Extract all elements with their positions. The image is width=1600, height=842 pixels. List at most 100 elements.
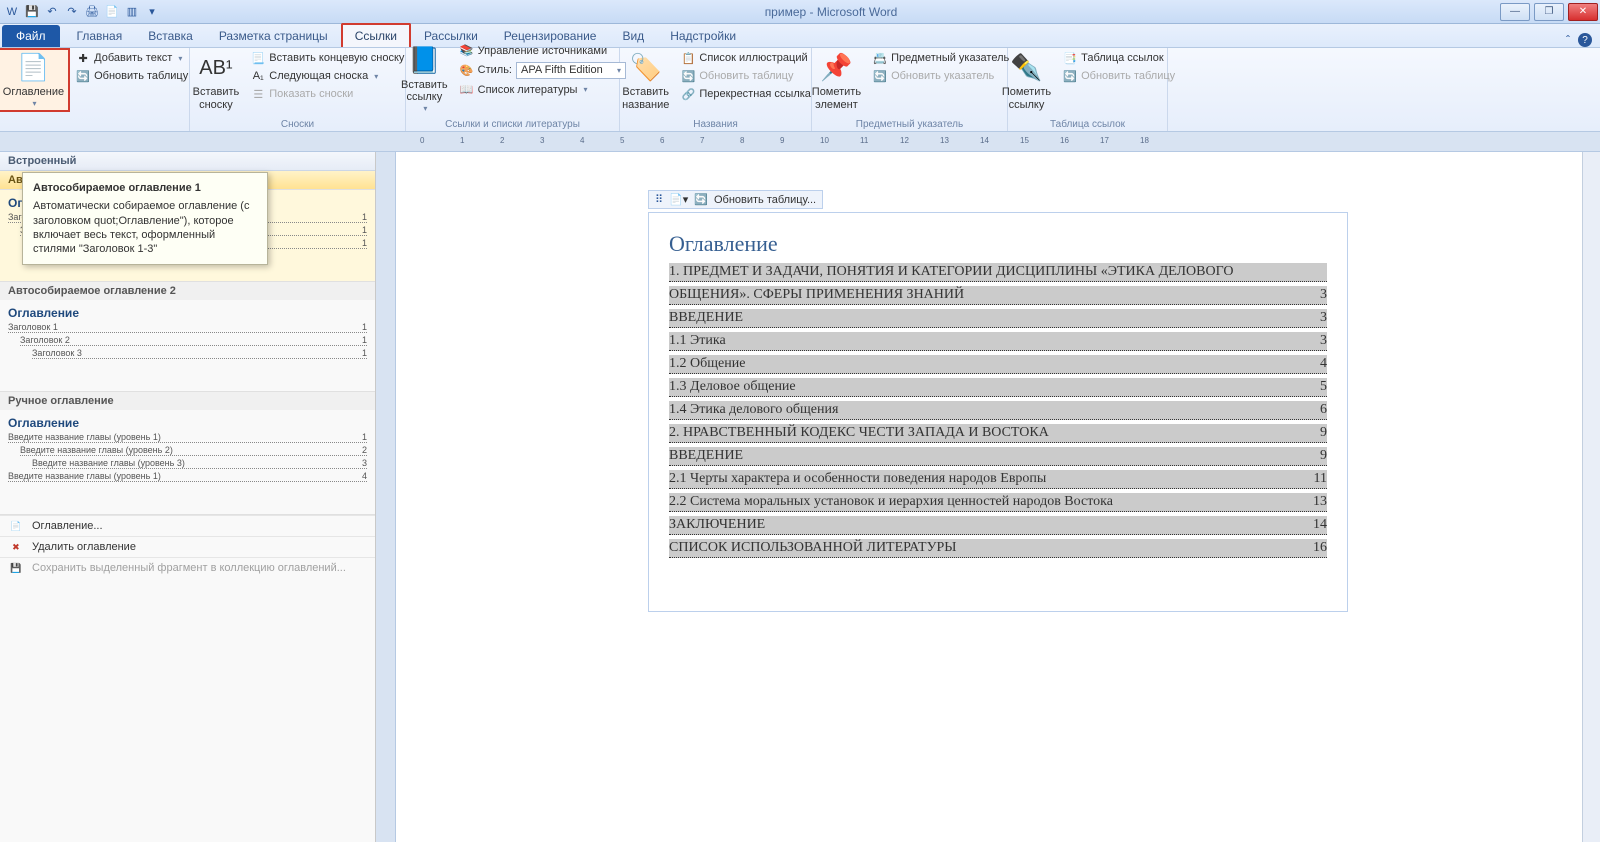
minimize-ribbon-icon[interactable]: ˆ [1566, 33, 1570, 47]
gallery-item-manual[interactable]: Оглавление Введите название главы (урове… [0, 410, 375, 515]
group-footnotes-label: Сноски [190, 119, 405, 130]
ribbon: 📄 Оглавление ▾ ✚Добавить текст▾ 🔄Обновит… [0, 48, 1600, 132]
update-icon: 🔄 [873, 69, 887, 83]
toc-entry[interactable]: ЗАКЛЮЧЕНИЕ14 [669, 516, 1327, 535]
gallery-cmd-save-selection: 💾 Сохранить выделенный фрагмент в коллекц… [0, 557, 375, 578]
group-toc: 📄 Оглавление ▾ ✚Добавить текст▾ 🔄Обновит… [0, 48, 190, 131]
gallery-cmd-save-label: Сохранить выделенный фрагмент в коллекци… [32, 562, 346, 574]
toc-button[interactable]: 📄 Оглавление ▾ [0, 50, 68, 110]
group-citations-label: Ссылки и списки литературы [406, 119, 619, 130]
toc-update-icon[interactable]: 🔄 [694, 193, 708, 206]
group-citations: 📘 Вставить ссылку▾ 📚Управление источника… [406, 48, 620, 131]
toc-block[interactable]: Оглавление 1. ПРЕДМЕТ И ЗАДАЧИ, ПОНЯТИЯ … [648, 212, 1348, 612]
insert-endnote-label: Вставить концевую сноску [269, 52, 404, 64]
help-icon[interactable]: ? [1578, 33, 1592, 47]
endnote-icon: 📃 [251, 51, 265, 65]
print-icon[interactable]: 🖨 [84, 4, 100, 20]
update-index-button[interactable]: 🔄 Обновить указатель [871, 68, 1011, 84]
toc-entry[interactable]: 1.4 Этика делового общения6 [669, 401, 1327, 420]
toc-update-label[interactable]: Обновить таблицу... [714, 194, 816, 206]
update-index-label: Обновить указатель [891, 70, 994, 82]
mark-index-entry-button[interactable]: 📌 Пометить элемент [808, 50, 865, 113]
add-text-button[interactable]: ✚Добавить текст▾ [74, 50, 190, 66]
cross-reference-button[interactable]: 🔗Перекрестная ссылка [679, 86, 813, 102]
bibliography-button[interactable]: 📖Список литературы▾ [458, 82, 628, 98]
show-notes-button[interactable]: ☰Показать сноски [249, 86, 406, 102]
gallery-cmd-remove-toc[interactable]: ✖Удалить оглавление [0, 536, 375, 557]
vertical-scrollbar[interactable] [1582, 152, 1600, 842]
tab-file[interactable]: Файл [2, 25, 60, 47]
gallery-header-builtin: Встроенный [0, 152, 375, 171]
word-app-icon: W [4, 4, 20, 20]
tooltip-body: Автоматически собираемое оглавление (с з… [33, 200, 249, 255]
tab-page-layout[interactable]: Разметка страницы [206, 24, 341, 47]
toc-entry-text: 1.2 Общение [669, 356, 745, 372]
tab-home[interactable]: Главная [64, 24, 136, 47]
mark-citation-button[interactable]: ✒️ Пометить ссылку [998, 50, 1055, 113]
toc-options-icon[interactable]: 📄▾ [669, 193, 688, 206]
toc-entry[interactable]: 1.1 Этика3 [669, 332, 1327, 351]
toc-entry-page: 3 [1316, 310, 1327, 326]
manage-sources-button[interactable]: 📚Управление источниками [458, 43, 628, 59]
toc-entry-text: ВВЕДЕНИЕ [669, 448, 743, 464]
toc-entry-page: 11 [1310, 471, 1327, 487]
print-preview-icon[interactable]: 📄 [104, 4, 120, 20]
save-selection-icon: 💾 [8, 563, 24, 574]
toc-entry[interactable]: 1. ПРЕДМЕТ И ЗАДАЧИ, ПОНЯТИЯ И КАТЕГОРИИ… [669, 263, 1327, 282]
manage-sources-label: Управление источниками [478, 45, 607, 57]
update-figures-button[interactable]: 🔄Обновить таблицу [679, 68, 813, 84]
toc-entry[interactable]: 1.2 Общение4 [669, 355, 1327, 374]
gallery-cmd-insert-toc[interactable]: 📄Оглавление... [0, 515, 375, 536]
toc-entry[interactable]: 2. НРАВСТВЕННЫЙ КОДЕКС ЧЕСТИ ЗАПАДА И ВО… [669, 424, 1327, 443]
table-of-figures-button[interactable]: 📋Список иллюстраций [679, 50, 813, 66]
toc-entry-page [1323, 264, 1327, 280]
vertical-ruler[interactable] [376, 152, 396, 842]
insert-endnote-button[interactable]: 📃 Вставить концевую сноску [249, 50, 406, 66]
gallery-item-auto2-header[interactable]: Автособираемое оглавление 2 [0, 282, 375, 300]
close-button[interactable]: ✕ [1568, 3, 1598, 21]
table-icon[interactable]: ▥ [124, 4, 140, 20]
tab-addins[interactable]: Надстройки [657, 24, 749, 47]
update-toc-button[interactable]: 🔄Обновить таблицу [74, 68, 190, 84]
update-toa-button[interactable]: 🔄Обновить таблицу [1061, 68, 1177, 84]
mark-entry-icon: 📌 [820, 52, 852, 84]
document-area[interactable]: ⠿ 📄▾ 🔄 Обновить таблицу... Оглавление 1.… [396, 152, 1600, 842]
table-of-figures-label: Список иллюстраций [699, 52, 807, 64]
add-text-label: Добавить текст [94, 52, 172, 64]
document-icon: 📄 [8, 521, 24, 532]
show-notes-label: Показать сноски [269, 88, 353, 100]
minimize-button[interactable]: — [1500, 3, 1530, 21]
quick-access-toolbar: W 💾 ↶ ↷ 🖨 📄 ▥ ▾ [0, 4, 164, 20]
toc-entry[interactable]: 2.2 Система моральных установок и иерарх… [669, 493, 1327, 512]
save-icon[interactable]: 💾 [24, 4, 40, 20]
toc-entry[interactable]: 1.3 Деловое общение5 [669, 378, 1327, 397]
undo-icon[interactable]: ↶ [44, 4, 60, 20]
redo-icon[interactable]: ↷ [64, 4, 80, 20]
maximize-button[interactable]: ❐ [1534, 3, 1564, 21]
insert-footnote-button[interactable]: AB¹ Вставить сноску [189, 50, 244, 113]
insert-toa-label: Таблица ссылок [1081, 52, 1164, 64]
toc-entry[interactable]: СПИСОК ИСПОЛЬЗОВАННОЙ ЛИТЕРАТУРЫ16 [669, 539, 1327, 558]
toc-handle-icon[interactable]: ⠿ [655, 193, 663, 206]
title-bar: W 💾 ↶ ↷ 🖨 📄 ▥ ▾ пример - Microsoft Word … [0, 0, 1600, 24]
toc-entry[interactable]: ВВЕДЕНИЕ3 [669, 309, 1327, 328]
next-footnote-button[interactable]: A₁Следующая сноска▾ [249, 68, 406, 84]
toc-entry[interactable]: ОБЩЕНИЯ». СФЕРЫ ПРИМЕНЕНИЯ ЗНАНИЙ3 [669, 286, 1327, 305]
insert-index-button[interactable]: 📇Предметный указатель [871, 50, 1011, 66]
style-combo[interactable]: APA Fifth Edition▾ [516, 62, 626, 79]
insert-toa-button[interactable]: 📑 Таблица ссылок [1061, 50, 1177, 66]
insert-citation-button[interactable]: 📘 Вставить ссылку▾ [397, 43, 452, 115]
tab-insert[interactable]: Вставка [135, 24, 206, 47]
horizontal-ruler[interactable]: 0123456789101112131415161718 [0, 132, 1600, 152]
insert-citation-label: Вставить ссылку [401, 79, 448, 104]
toc-entry[interactable]: 2.1 Черты характера и особенности поведе… [669, 470, 1327, 489]
gallery-item-auto2[interactable]: Оглавление Заголовок 11 Заголовок 21 Заг… [0, 300, 375, 392]
qat-customize-icon[interactable]: ▾ [144, 4, 160, 20]
update-figures-label: Обновить таблицу [699, 70, 793, 82]
toa-icon: 📑 [1063, 51, 1077, 65]
toc-entry[interactable]: ВВЕДЕНИЕ9 [669, 447, 1327, 466]
mark-citation-label: Пометить ссылку [1002, 86, 1051, 111]
citation-style-selector[interactable]: 🎨Стиль: APA Fifth Edition▾ [458, 61, 628, 80]
insert-caption-button[interactable]: 🏷️ Вставить название [618, 50, 673, 113]
gallery-preview-title3: Оглавление [8, 416, 367, 430]
